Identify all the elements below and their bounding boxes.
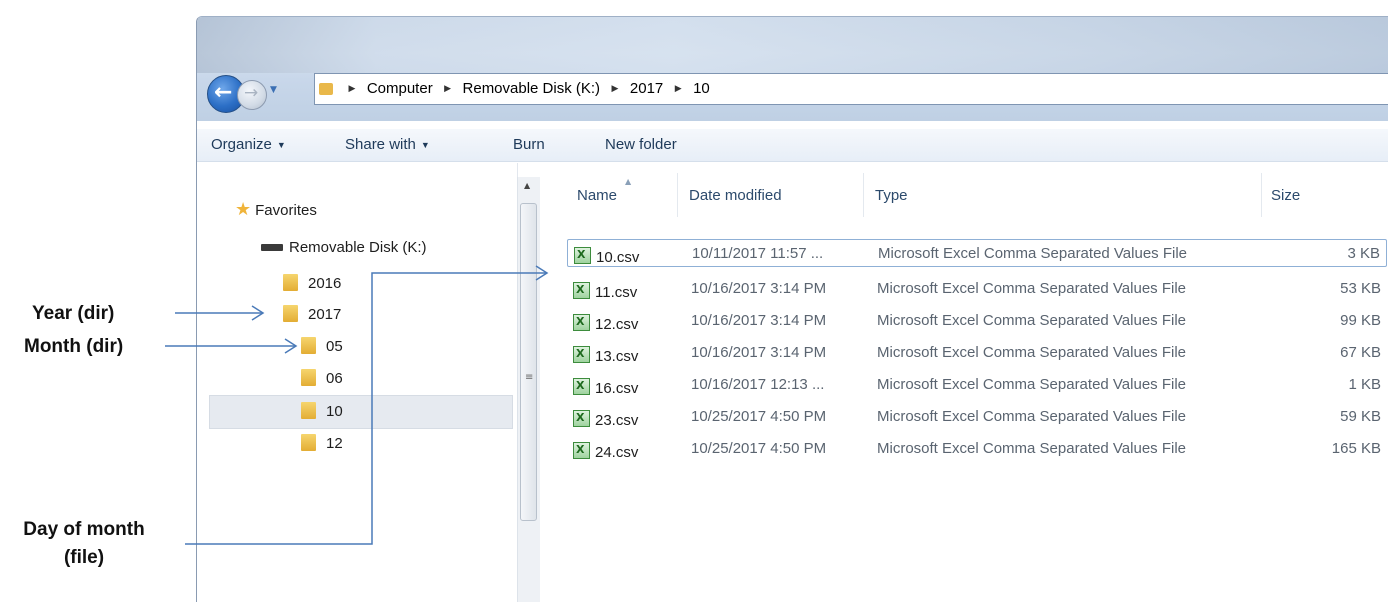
annotation-arrows bbox=[165, 265, 549, 545]
